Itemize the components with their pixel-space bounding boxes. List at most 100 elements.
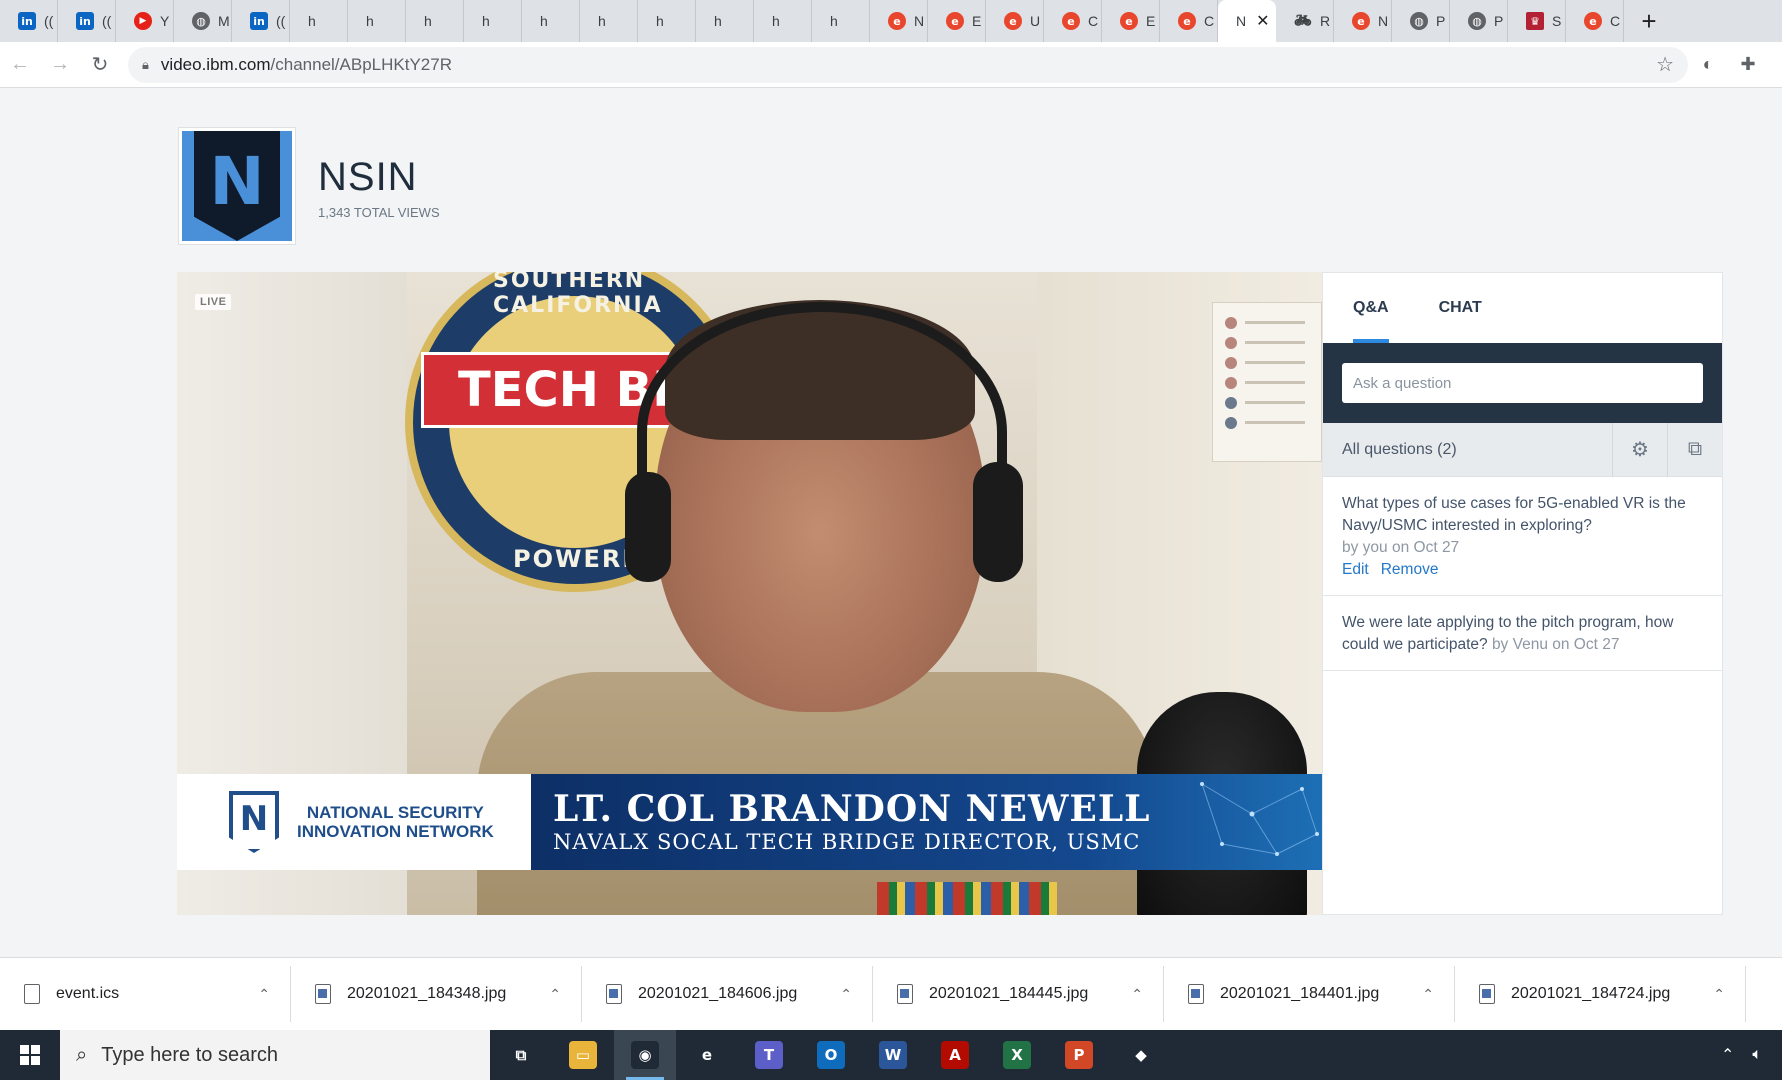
chevron-up-icon[interactable]: ⌃ xyxy=(1721,1045,1734,1065)
browser-tab[interactable]: in (( xyxy=(232,0,290,42)
bookmark-star-icon[interactable]: ☆ xyxy=(1656,52,1674,77)
gear-icon[interactable]: ⚙ xyxy=(1612,422,1667,477)
questions-filter-label[interactable]: All questions (2) xyxy=(1323,441,1612,459)
paint-taskbar-button[interactable]: ◆ xyxy=(1110,1030,1172,1080)
teams-taskbar-button[interactable]: T xyxy=(738,1030,800,1080)
browser-tab[interactable]: in (( xyxy=(0,0,58,42)
close-tab-icon[interactable]: ✕ xyxy=(1256,11,1269,31)
browser-tab[interactable]: ▶h xyxy=(290,0,348,42)
remove-question-link[interactable]: Remove xyxy=(1381,559,1439,581)
browser-tab[interactable]: ▶ Y xyxy=(116,0,174,42)
tab-title: (( xyxy=(102,13,112,29)
download-item[interactable]: 20201021_184401.jpg ⌃ xyxy=(1164,966,1455,1022)
browser-tab[interactable]: ♛ S xyxy=(1508,0,1566,42)
file-explorer-taskbar-button[interactable]: ▭ xyxy=(552,1030,614,1080)
browser-tab[interactable]: eC xyxy=(1044,0,1102,42)
tab-title: U xyxy=(1030,13,1041,29)
browser-tab[interactable]: N ✕ xyxy=(1218,0,1276,42)
ibm-e-icon: e xyxy=(888,12,906,30)
browser-tab[interactable]: in (( xyxy=(58,0,116,42)
ask-question-input[interactable] xyxy=(1342,363,1703,403)
browser-tab[interactable]: eC xyxy=(1566,0,1624,42)
browser-tab[interactable]: eN xyxy=(1334,0,1392,42)
browser-tab[interactable]: eC xyxy=(1160,0,1218,42)
chevron-up-icon[interactable]: ⌃ xyxy=(1131,986,1143,1003)
reload-button[interactable]: ↻ xyxy=(80,45,120,85)
download-filename: event.ics xyxy=(56,985,120,1002)
download-item[interactable]: event.ics ⌃ xyxy=(0,966,291,1022)
forward-button[interactable]: → xyxy=(40,45,80,85)
powerpoint-taskbar-button[interactable]: P xyxy=(1048,1030,1110,1080)
browser-toolbar: ← → ↻ 🔒︎ video.ibm.com/channel/ABpLHKtY2… xyxy=(0,42,1782,88)
browser-tab[interactable]: ▶h xyxy=(348,0,406,42)
channel-logo[interactable]: N xyxy=(178,127,296,245)
search-icon: ⌕ xyxy=(76,1043,88,1066)
browser-tab[interactable]: eE xyxy=(928,0,986,42)
start-button[interactable] xyxy=(0,1030,60,1080)
profile-icon[interactable]: ◐ xyxy=(1688,54,1728,75)
back-button[interactable]: ← xyxy=(0,45,40,85)
acrobat-taskbar-button[interactable]: A xyxy=(924,1030,986,1080)
teams-icon: T xyxy=(755,1041,783,1069)
tab-qa[interactable]: Q&A xyxy=(1353,273,1389,343)
qa-panel: Q&A CHAT All questions (2) ⚙ ⧉ What type… xyxy=(1322,272,1723,915)
browser-tab[interactable]: ▶h xyxy=(522,0,580,42)
ibm-e-icon: e xyxy=(1004,12,1022,30)
chevron-up-icon[interactable]: ⌃ xyxy=(1713,986,1725,1003)
browser-tab[interactable]: ▶h xyxy=(754,0,812,42)
download-item[interactable]: 20201021_184348.jpg ⌃ xyxy=(291,966,582,1022)
globe-icon: ◍ xyxy=(192,12,210,30)
chevron-up-icon[interactable]: ⌃ xyxy=(258,986,270,1003)
download-item[interactable]: 20201021_184445.jpg ⌃ xyxy=(873,966,1164,1022)
browser-tab[interactable]: eU xyxy=(986,0,1044,42)
volume-icon[interactable]: 🔈︎ xyxy=(1752,1046,1762,1064)
questions-filter-bar: All questions (2) ⚙ ⧉ xyxy=(1323,422,1722,477)
chrome-taskbar-button[interactable]: ◉ xyxy=(614,1030,676,1080)
globe-icon: ◍ xyxy=(1468,12,1486,30)
taskbar-search[interactable]: ⌕ Type here to search xyxy=(60,1030,490,1080)
new-tab-button[interactable]: + xyxy=(1624,0,1674,42)
downloads-bar: event.ics ⌃ 20201021_184348.jpg ⌃ 20201021_1… xyxy=(0,957,1782,1030)
chevron-up-icon[interactable]: ⌃ xyxy=(840,986,852,1003)
tab-chat[interactable]: CHAT xyxy=(1439,273,1482,343)
file-explorer-icon: ▭ xyxy=(569,1041,597,1069)
browser-tab[interactable]: eE xyxy=(1102,0,1160,42)
ask-question-area xyxy=(1323,343,1722,423)
chevron-up-icon[interactable]: ⌃ xyxy=(1422,986,1434,1003)
edit-question-link[interactable]: Edit xyxy=(1342,559,1369,581)
download-item[interactable]: 20201021_184724.jpg ⌃ xyxy=(1455,966,1746,1022)
browser-tab[interactable]: ▶h xyxy=(580,0,638,42)
browser-tab[interactable]: eN xyxy=(870,0,928,42)
qa-tab-bar: Q&A CHAT xyxy=(1323,273,1722,343)
word-taskbar-button[interactable]: W xyxy=(862,1030,924,1080)
image-file-icon xyxy=(897,984,913,1004)
channel-view-count: 1,343 TOTAL VIEWS xyxy=(318,205,440,220)
headphone-left xyxy=(625,472,671,582)
browser-tab[interactable]: ▶h xyxy=(638,0,696,42)
internet-explorer-taskbar-button[interactable]: e xyxy=(676,1030,738,1080)
video-player[interactable]: SOUTHERN CALIFORNIA TECH BRI POWERED BY … xyxy=(177,272,1322,915)
address-bar[interactable]: 🔒︎ video.ibm.com/channel/ABpLHKtY27R ☆ xyxy=(128,46,1688,83)
browser-tab[interactable]: ▶h xyxy=(464,0,522,42)
outlook-taskbar-button[interactable]: O xyxy=(800,1030,862,1080)
download-item[interactable]: 20201021_184606.jpg ⌃ xyxy=(582,966,873,1022)
tab-title: E xyxy=(1146,13,1156,29)
image-file-icon xyxy=(1188,984,1204,1004)
popout-icon[interactable]: ⧉ xyxy=(1667,422,1722,477)
browser-tab[interactable]: ▶h xyxy=(812,0,870,42)
ibm-e-icon: e xyxy=(1584,12,1602,30)
tab-title: C xyxy=(1088,13,1099,29)
browser-tab[interactable]: ◍ M xyxy=(174,0,232,42)
browser-tab[interactable]: 🚲︎ R xyxy=(1276,0,1334,42)
browser-tab[interactable]: ◍ P xyxy=(1450,0,1508,42)
browser-tab[interactable]: ▶h xyxy=(696,0,754,42)
browser-tab[interactable]: ▶h xyxy=(406,0,464,42)
ribbon-medals xyxy=(877,882,1057,915)
task-view-taskbar-button[interactable]: ⧉ xyxy=(490,1030,552,1080)
chevron-up-icon[interactable]: ⌃ xyxy=(549,986,561,1003)
browser-tab[interactable]: ◍ P xyxy=(1392,0,1450,42)
excel-taskbar-button[interactable]: X xyxy=(986,1030,1048,1080)
acrobat-icon: A xyxy=(941,1041,969,1069)
extensions-icon[interactable]: ✚ xyxy=(1728,54,1768,75)
tab-title: S xyxy=(1552,13,1562,29)
